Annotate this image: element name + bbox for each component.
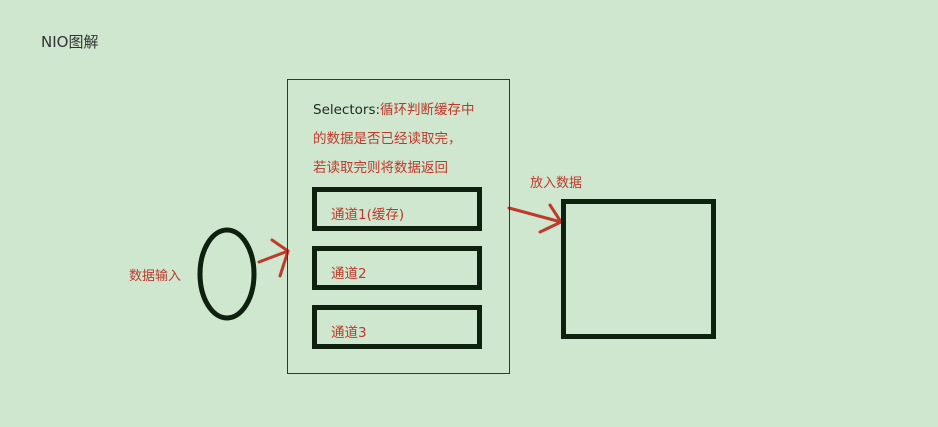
channel-1-label: 通道1(缓存): [331, 207, 405, 223]
selector-description: Selectors:循环判断缓存中 的数据是否已经读取完， 若读取完则将数据返回: [313, 96, 513, 183]
channel-2-label: 通道2: [331, 266, 367, 282]
channel-3-label: 通道3: [331, 325, 367, 341]
channel-1-box: 通道1(缓存): [312, 187, 482, 231]
selector-title: Selectors:: [313, 102, 381, 118]
data-source-ellipse: [197, 227, 257, 321]
nio-diagram: NIO图解 数据输入 Selectors:循环判断缓存中 的数据是否已经读取完，…: [0, 0, 938, 427]
channel-3-box: 通道3: [312, 305, 482, 349]
selector-desc-line1: 循环判断缓存中: [380, 102, 475, 118]
output-arrow: [507, 203, 563, 234]
channel-2-box: 通道2: [312, 246, 482, 290]
output-label: 放入数据: [530, 176, 583, 191]
output-buffer-square: [561, 199, 716, 339]
input-arrow: [257, 238, 290, 278]
data-input-label: 数据输入: [129, 269, 182, 284]
selector-desc-line3: 若读取完则将数据返回: [313, 160, 448, 176]
selector-desc-line2: 的数据是否已经读取完，: [313, 131, 462, 147]
